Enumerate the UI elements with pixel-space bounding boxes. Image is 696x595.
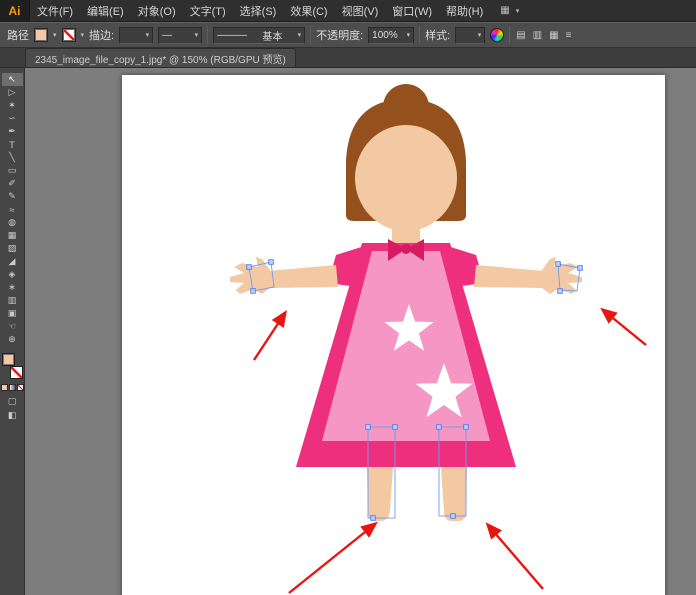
face xyxy=(355,125,457,231)
opacity-dropdown[interactable]: 100% ▾ xyxy=(368,27,414,44)
width-tool[interactable]: ≈ xyxy=(2,203,23,216)
selection-tool[interactable]: ↖ xyxy=(2,73,23,86)
mesh-tool[interactable]: ▦ xyxy=(2,229,23,242)
app-logo: Ai xyxy=(0,0,30,22)
chevron-down-icon: ▾ xyxy=(478,31,482,39)
stroke-chevron-icon[interactable]: ▾ xyxy=(81,31,85,39)
fill-color-swatch[interactable] xyxy=(34,28,48,42)
chevron-down-icon: ▾ xyxy=(146,31,150,39)
column-graph-tool[interactable]: ▥ xyxy=(2,294,23,307)
direct-selection-tool[interactable]: ▷ xyxy=(2,86,23,99)
selected-object-label: 路径 xyxy=(7,27,29,43)
opacity-label: 不透明度: xyxy=(316,27,363,43)
color-mode-button[interactable] xyxy=(1,384,8,391)
fill-stroke-indicator xyxy=(2,353,23,379)
chevron-down-icon: ▾ xyxy=(407,31,411,39)
style-label: 样式: xyxy=(425,27,450,43)
blend-tool[interactable]: ◈ xyxy=(2,268,23,281)
menubar-right-icons: ▦ ▾ xyxy=(500,5,519,16)
separator xyxy=(509,26,510,44)
magic-wand-tool[interactable]: ✶ xyxy=(2,99,23,112)
fill-color-indicator[interactable] xyxy=(2,353,15,366)
paintbrush-tool[interactable]: ✐ xyxy=(2,177,23,190)
separator xyxy=(310,26,311,44)
arrow-left-hand xyxy=(254,313,285,360)
arrow-right-foot xyxy=(488,525,543,589)
illustrator-window: Ai 文件(F) 编辑(E) 对象(O) 文字(T) 选择(S) 效果(C) 视… xyxy=(0,0,696,595)
control-bar: 路径 ▾ ▾ 描边: ▾ — ▾ ——— 基本 ▾ 不透明度: 100% ▾ 样… xyxy=(0,22,696,48)
left-arm xyxy=(268,265,338,288)
document-tab-bar: 2345_image_file_copy_1.jpg* @ 150% (RGB/… xyxy=(0,48,696,68)
gradient-mode-button[interactable] xyxy=(9,384,16,391)
chevron-down-icon: ▾ xyxy=(298,31,302,39)
stroke-color-indicator[interactable] xyxy=(10,366,23,379)
artboard[interactable] xyxy=(122,75,665,595)
menu-edit[interactable]: 编辑(E) xyxy=(80,0,131,21)
chevron-down-icon[interactable]: ▾ xyxy=(516,7,520,15)
right-arm xyxy=(474,265,544,288)
type-tool[interactable]: T xyxy=(2,138,23,151)
panel-menu-icon[interactable]: ≡ xyxy=(565,30,573,41)
pencil-tool[interactable]: ✎ xyxy=(2,190,23,203)
hand-tool[interactable]: ☜ xyxy=(2,320,23,333)
arrow-left-foot xyxy=(289,524,375,593)
zoom-tool[interactable]: ⊕ xyxy=(2,333,23,346)
workspace: ↖ ▷ ✶ ∽ ✒ T ╲ ▭ ✐ ✎ ≈ ◍ ▦ ▨ ◢ ◈ ∗ ▥ ▣ ☜ … xyxy=(0,68,696,595)
eyedropper-tool[interactable]: ◢ xyxy=(2,255,23,268)
drawing-mode-icon[interactable]: ▢ xyxy=(8,396,17,407)
paint-mode-buttons xyxy=(1,384,24,391)
pen-tool[interactable]: ✒ xyxy=(2,125,23,138)
menu-object[interactable]: 对象(O) xyxy=(131,0,183,21)
style-dropdown[interactable]: ▾ xyxy=(455,27,485,44)
chevron-down-icon: ▾ xyxy=(195,31,199,39)
canvas-pasteboard[interactable] xyxy=(25,68,696,595)
width-profile-dropdown[interactable]: — ▾ xyxy=(158,27,202,44)
stroke-color-swatch[interactable] xyxy=(62,28,76,42)
brush-definition-dropdown[interactable]: ——— 基本 ▾ xyxy=(213,27,305,44)
artboard-tool[interactable]: ▣ xyxy=(2,307,23,320)
shape-builder-tool[interactable]: ◍ xyxy=(2,216,23,229)
menu-type[interactable]: 文字(T) xyxy=(183,0,233,21)
workspace-icon[interactable]: ▦ xyxy=(500,5,509,16)
lasso-tool[interactable]: ∽ xyxy=(2,112,23,125)
menu-file[interactable]: 文件(F) xyxy=(30,0,80,21)
none-mode-button[interactable] xyxy=(17,384,24,391)
align-option-icon[interactable]: ▤ xyxy=(515,30,526,41)
stroke-weight-label: 描边: xyxy=(89,27,114,43)
align-option-icon[interactable]: ▦ xyxy=(548,30,559,41)
fill-chevron-icon[interactable]: ▾ xyxy=(53,31,57,39)
toolbar-bottom-icons: ▢ ◧ xyxy=(8,396,17,421)
girl-illustration[interactable] xyxy=(122,75,665,595)
recolor-artwork-icon[interactable] xyxy=(490,28,504,42)
separator xyxy=(419,26,420,44)
menu-select[interactable]: 选择(S) xyxy=(233,0,284,21)
document-tab[interactable]: 2345_image_file_copy_1.jpg* @ 150% (RGB/… xyxy=(25,48,296,67)
separator xyxy=(207,26,208,44)
align-option-icon[interactable]: ▥ xyxy=(532,30,543,41)
arrow-right-hand xyxy=(603,310,646,345)
gradient-tool[interactable]: ▨ xyxy=(2,242,23,255)
menu-window[interactable]: 窗口(W) xyxy=(385,0,439,21)
brush-stroke-preview-icon: ——— xyxy=(217,30,247,41)
menu-view[interactable]: 视图(V) xyxy=(335,0,386,21)
menu-bar: Ai 文件(F) 编辑(E) 对象(O) 文字(T) 选择(S) 效果(C) 视… xyxy=(0,0,696,22)
screen-mode-icon[interactable]: ◧ xyxy=(8,410,17,421)
tools-panel: ↖ ▷ ✶ ∽ ✒ T ╲ ▭ ✐ ✎ ≈ ◍ ▦ ▨ ◢ ◈ ∗ ▥ ▣ ☜ … xyxy=(0,68,25,595)
line-segment-tool[interactable]: ╲ xyxy=(2,151,23,164)
menu-help[interactable]: 帮助(H) xyxy=(439,0,490,21)
symbol-sprayer-tool[interactable]: ∗ xyxy=(2,281,23,294)
menu-effect[interactable]: 效果(C) xyxy=(283,0,334,21)
stroke-weight-dropdown[interactable]: ▾ xyxy=(119,27,153,44)
rectangle-tool[interactable]: ▭ xyxy=(2,164,23,177)
